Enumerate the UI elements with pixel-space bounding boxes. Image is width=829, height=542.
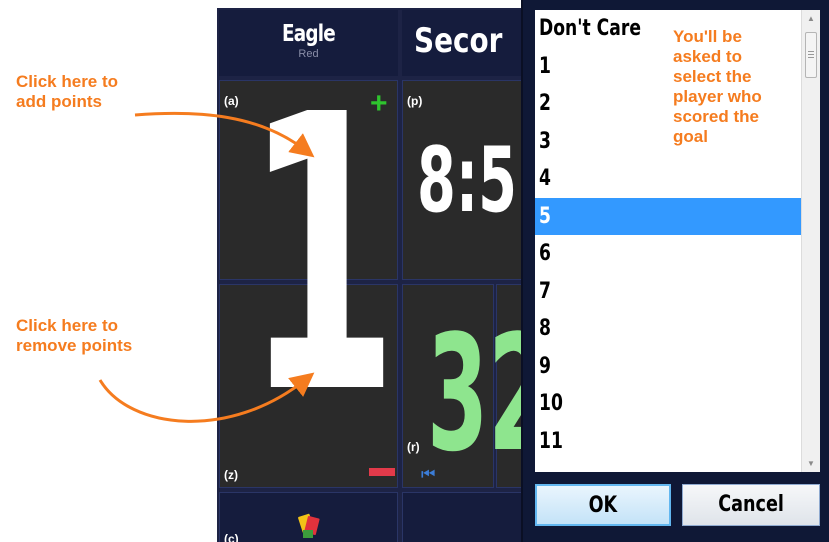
- list-item-label: 10: [539, 391, 563, 416]
- annotation-line: goal: [673, 127, 708, 146]
- scrollbar[interactable]: ▲ ▼: [801, 10, 820, 472]
- list-item-label: 4: [539, 166, 551, 191]
- list-item[interactable]: 6: [535, 235, 820, 273]
- list-item[interactable]: 4: [535, 160, 820, 198]
- list-item-label: 8: [539, 316, 551, 341]
- scroll-down-icon[interactable]: ▼: [802, 459, 820, 468]
- list-item-selected[interactable]: 5: [535, 197, 820, 235]
- list-item[interactable]: 8: [535, 310, 820, 348]
- list-item[interactable]: 10: [535, 385, 820, 423]
- annotation-line: You'll be: [673, 27, 742, 46]
- annotation-line: select the: [673, 67, 752, 86]
- arrow-to-score-bottom: [98, 372, 315, 423]
- list-item-label: 6: [539, 241, 551, 266]
- list-item-label: Don't Care: [539, 16, 641, 41]
- list-item[interactable]: 11: [535, 423, 820, 461]
- annotation-line: player who: [673, 87, 762, 106]
- list-item-label: 5: [539, 203, 551, 229]
- list-item-label: 11: [539, 428, 563, 454]
- annotation-select-player: You'll be asked to select the player who…: [673, 27, 762, 147]
- ok-label: OK: [588, 493, 618, 518]
- annotation-line: asked to: [673, 47, 742, 66]
- list-item-label: 3: [539, 128, 551, 154]
- annotation-line: scored the: [673, 107, 759, 126]
- scroll-up-icon[interactable]: ▲: [802, 14, 820, 23]
- list-item-label: 1: [539, 53, 551, 79]
- cancel-label: Cancel: [718, 492, 784, 517]
- list-item-label: 7: [539, 278, 551, 304]
- list-item[interactable]: 7: [535, 273, 820, 311]
- scrollbar-thumb[interactable]: [805, 32, 817, 78]
- list-item-label: 2: [539, 91, 551, 116]
- grip-icon: [808, 51, 814, 52]
- list-item-label: 9: [539, 353, 551, 379]
- arrow-to-score-top: [134, 111, 315, 158]
- cancel-button[interactable]: Cancel: [682, 484, 820, 526]
- list-item[interactable]: 9: [535, 348, 820, 386]
- ok-button[interactable]: OK: [535, 484, 671, 526]
